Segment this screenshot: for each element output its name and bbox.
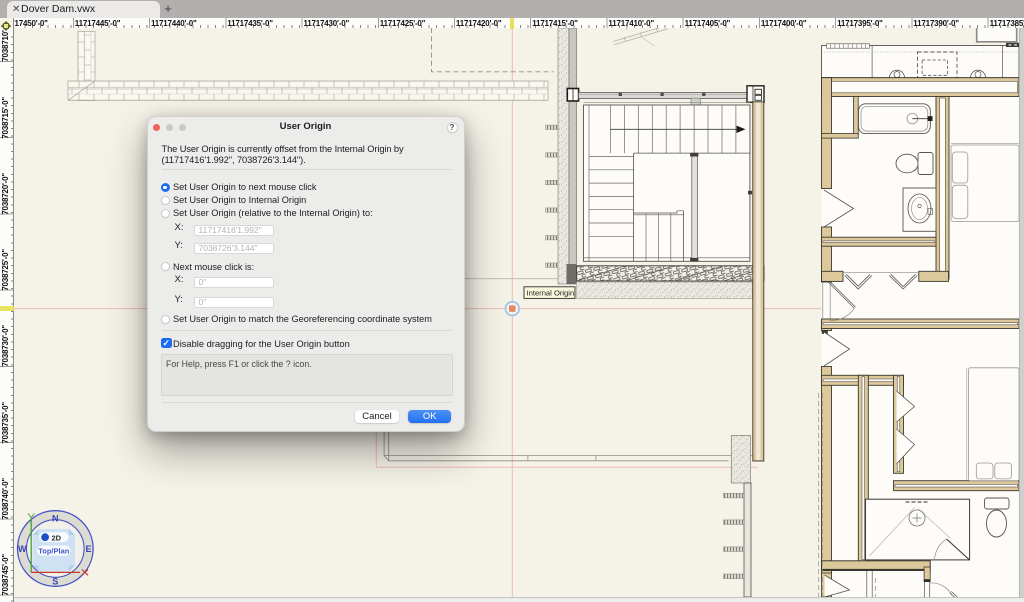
svg-text:Top/Plan: Top/Plan (38, 546, 70, 555)
svg-text:N: N (52, 514, 59, 524)
svg-text:2D: 2D (51, 533, 61, 542)
svg-text:W: W (18, 544, 27, 554)
svg-text:Internal Origin: Internal Origin (526, 288, 574, 297)
svg-text:E: E (85, 544, 91, 554)
svg-text:S: S (52, 577, 58, 587)
